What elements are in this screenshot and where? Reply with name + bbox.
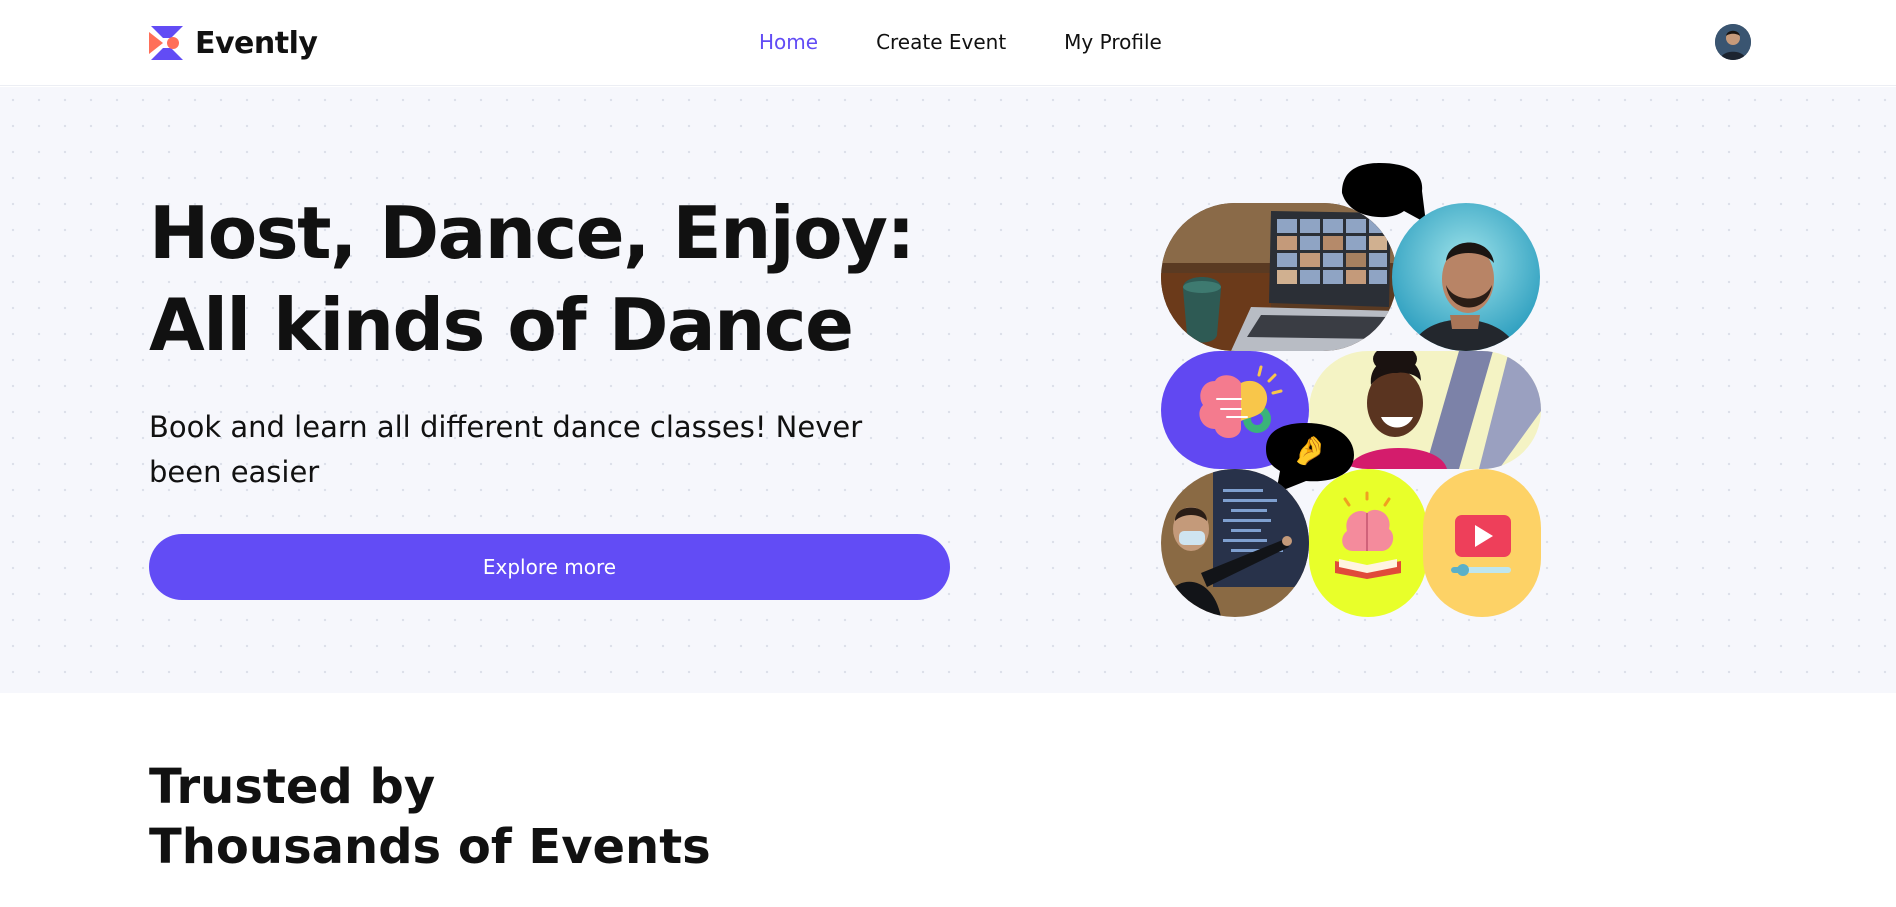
brain-book-icon [1309,469,1427,617]
presenter-photo [1161,469,1309,617]
user-avatar[interactable] [1715,24,1751,60]
brand-logo[interactable]: Evently [149,22,318,64]
heart-eyes-emoji: 😍 [1364,174,1396,209]
hero-section: Host, Dance, Enjoy: All kinds of Dance B… [0,87,1896,693]
site-header: Evently Home Create Event My Profile [0,0,1896,86]
hero-title-line1: Host, Dance, Enjoy: [149,191,915,275]
nav-my-profile-link[interactable]: My Profile [1064,30,1162,54]
trusted-heading-line1: Trusted by [149,759,436,815]
brand-name: Evently [195,25,318,61]
trusted-heading-line2: Thousands of Events [149,819,711,875]
nav-home-link[interactable]: Home [759,30,818,54]
evently-logo-icon [149,24,185,62]
emoji-speech-bubble: 😍 [1330,159,1426,231]
hero-title-line2: All kinds of Dance [149,283,854,367]
hero-collage: 😍 🤌 [1155,159,1541,619]
explore-more-button[interactable]: Explore more [149,534,950,600]
hero-title: Host, Dance, Enjoy: All kinds of Dance [149,187,929,371]
video-player-icon [1423,469,1541,617]
main-nav: Home Create Event My Profile [759,30,1162,54]
trusted-heading: Trusted by Thousands of Events [149,757,711,877]
hero-subtitle: Book and learn all different dance class… [149,410,863,489]
pinched-fingers-emoji: 🤌 [1292,434,1327,467]
nav-create-event-link[interactable]: Create Event [876,30,1006,54]
smiling-man-photo [1392,203,1540,351]
